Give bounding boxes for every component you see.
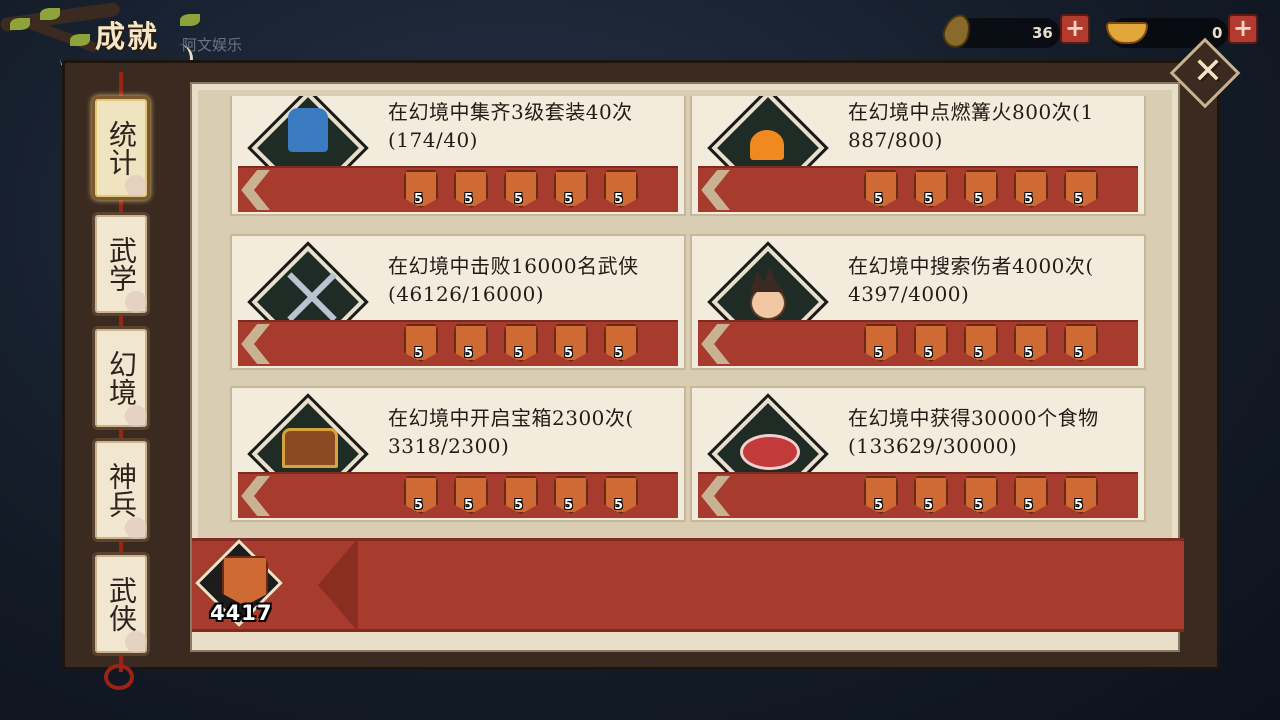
reward-count: 5 xyxy=(1024,498,1034,513)
leaf-decoration xyxy=(40,8,60,20)
tab-divine-weapons[interactable]: 神兵 xyxy=(92,438,150,542)
achievement-description: 在幻境中开启宝箱2300次( 3318/2300) xyxy=(388,406,634,458)
reward-count: 5 xyxy=(414,498,424,513)
tab-heroes[interactable]: 武侠 xyxy=(92,552,150,656)
tab-statistics-body[interactable]: 统计 xyxy=(92,96,150,200)
achievement-description: 在幻境中点燃篝火800次(1 887/800) xyxy=(848,100,1094,152)
close-icon[interactable]: ✕ xyxy=(1190,54,1226,90)
tab-label: 武侠 xyxy=(105,576,138,632)
tab-martial-arts[interactable]: 武学 xyxy=(92,212,150,316)
leaf-decoration xyxy=(180,14,200,26)
plum-blossom-icon xyxy=(125,291,147,313)
page-title: 成就 xyxy=(95,20,159,55)
tab-label: 统计 xyxy=(105,120,138,176)
reward-count: 5 xyxy=(564,192,574,207)
achievement-description: 在幻境中击败16000名武侠 (46126/16000) xyxy=(388,254,639,306)
reward-count: 5 xyxy=(1024,346,1034,361)
achievement-list[interactable]: ★★★ 在幻境中集齐3级套装40次 (174/40) 5 5 5 5 5 在幻境… xyxy=(196,96,1174,528)
reward-count: 5 xyxy=(924,498,934,513)
tab-heroes-body[interactable]: 武侠 xyxy=(92,552,150,656)
achievement-card: 在幻境中开启宝箱2300次( 3318/2300) 5 5 5 5 5 xyxy=(230,386,686,522)
reward-count: 5 xyxy=(874,498,884,513)
knot-icon xyxy=(104,664,134,690)
plum-blossom-icon xyxy=(125,631,147,653)
reward-count: 5 xyxy=(414,192,424,207)
plum-blossom-icon xyxy=(125,517,147,539)
achievement-description: 在幻境中集齐3级套装40次 (174/40) xyxy=(388,100,633,152)
treasure-chest-icon xyxy=(282,428,338,468)
tab-illusion-body[interactable]: 幻境 xyxy=(92,326,150,430)
achievement-card: 在幻境中击败16000名武侠 (46126/16000) 5 5 5 5 5 xyxy=(230,234,686,370)
reward-count: 5 xyxy=(614,192,624,207)
reward-count: 5 xyxy=(1074,346,1084,361)
reward-count: 5 xyxy=(974,192,984,207)
reward-count: 5 xyxy=(464,498,474,513)
achievement-card: 在幻境中点燃篝火800次(1 887/800) 5 5 5 5 5 xyxy=(690,96,1146,216)
reward-count: 5 xyxy=(924,192,934,207)
plum-blossom-icon xyxy=(125,405,147,427)
tab-divine-weapons-body[interactable]: 神兵 xyxy=(92,438,150,542)
armor-set-icon xyxy=(288,108,328,152)
reward-count: 5 xyxy=(514,192,524,207)
tab-illusion[interactable]: 幻境 xyxy=(92,326,150,430)
meat-icon xyxy=(740,434,800,470)
reward-count: 5 xyxy=(564,346,574,361)
reward-count: 5 xyxy=(1074,498,1084,513)
achievement-card: 在幻境中获得30000个食物 (133629/30000) 5 5 5 5 5 xyxy=(690,386,1146,522)
reward-count: 5 xyxy=(974,346,984,361)
tab-martial-arts-body[interactable]: 武学 xyxy=(92,212,150,316)
reward-count: 5 xyxy=(464,346,474,361)
reward-count: 5 xyxy=(464,192,474,207)
reward-count: 5 xyxy=(514,498,524,513)
achievement-card: ★★★ 在幻境中集齐3级套装40次 (174/40) 5 5 5 5 5 xyxy=(230,96,686,216)
add-leaf-currency-button[interactable]: + xyxy=(1060,14,1090,44)
tab-label: 武学 xyxy=(105,236,138,292)
leaf-currency-value: 36 xyxy=(1032,24,1053,42)
reward-count: 5 xyxy=(614,346,624,361)
tab-label: 幻境 xyxy=(105,350,138,406)
reward-count: 5 xyxy=(564,498,574,513)
reward-count: 5 xyxy=(874,346,884,361)
reward-count: 5 xyxy=(924,346,934,361)
reward-count: 5 xyxy=(974,498,984,513)
reward-count: 5 xyxy=(614,498,624,513)
plum-blossom-icon xyxy=(125,175,147,197)
add-gold-ingot-button[interactable]: + xyxy=(1228,14,1258,44)
achievement-description: 在幻境中获得30000个食物 (133629/30000) xyxy=(848,406,1099,458)
leaf-decoration xyxy=(10,18,30,30)
tab-label: 神兵 xyxy=(105,462,138,518)
reward-count: 5 xyxy=(414,346,424,361)
reward-count: 5 xyxy=(1074,192,1084,207)
reward-count: 5 xyxy=(1024,192,1034,207)
achievement-description: 在幻境中搜索伤者4000次( 4397/4000) xyxy=(848,254,1094,306)
reward-count: 5 xyxy=(874,192,884,207)
gold-ingot-value: 0 xyxy=(1212,24,1223,42)
reward-count: 5 xyxy=(514,346,524,361)
achievement-card: 在幻境中搜索伤者4000次( 4397/4000) 5 5 5 5 5 xyxy=(690,234,1146,370)
tab-statistics[interactable]: 统计 xyxy=(92,96,150,200)
campfire-icon xyxy=(750,130,784,160)
page-subtitle: 阿文娱乐 xyxy=(182,36,243,54)
total-points-value: 4417 xyxy=(210,601,273,625)
